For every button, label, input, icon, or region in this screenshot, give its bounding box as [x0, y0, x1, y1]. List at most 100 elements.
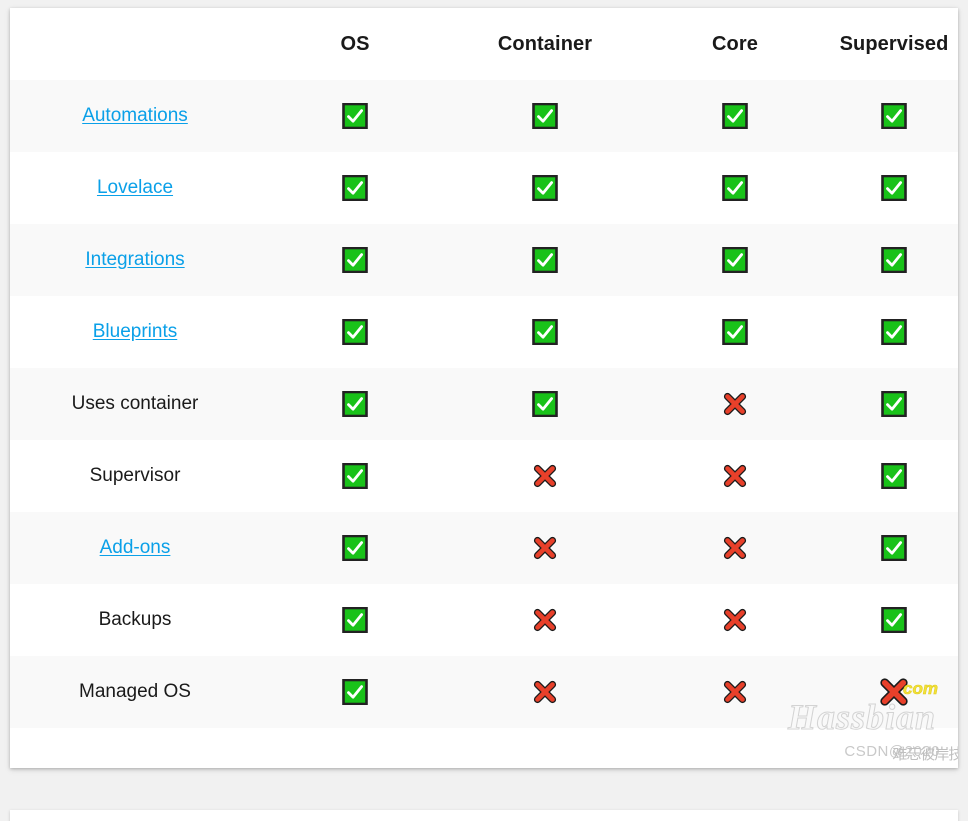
- feature-cell: Integrations: [10, 224, 260, 296]
- csdn-watermark-prefix: CSDN: [844, 743, 889, 760]
- csdn-watermark-cn: 难忘彼岸技术边征: [892, 746, 958, 763]
- cell-container: [450, 656, 640, 728]
- red-cross-mark-icon: [722, 391, 748, 417]
- cell-core: [640, 296, 830, 368]
- green-check-box-icon: [532, 319, 558, 345]
- cell-container: [450, 512, 640, 584]
- cell-core: [640, 152, 830, 224]
- cell-os: [260, 80, 450, 152]
- cell-supervised: [830, 80, 958, 152]
- installation-methods-comparison-table: OS Container Core Supervised Automations…: [10, 8, 958, 728]
- cell-container: [450, 152, 640, 224]
- green-check-box-icon: [532, 391, 558, 417]
- feature-link[interactable]: Integrations: [85, 249, 184, 270]
- green-check-box-icon: [532, 247, 558, 273]
- table-row: Backups: [10, 584, 958, 656]
- green-check-box-icon: [342, 535, 368, 561]
- feature-cell: Blueprints: [10, 296, 260, 368]
- feature-cell: Backups: [10, 584, 260, 656]
- cell-container: [450, 224, 640, 296]
- red-cross-mark-icon: [532, 463, 558, 489]
- green-check-box-icon: [342, 679, 368, 705]
- feature-cell: Lovelace: [10, 152, 260, 224]
- feature-cell: Managed OS: [10, 656, 260, 728]
- csdn-watermark-suffix: @2020: [888, 743, 940, 760]
- cell-os: [260, 512, 450, 584]
- cell-container: [450, 440, 640, 512]
- green-check-box-icon: [342, 391, 368, 417]
- green-check-box-icon: [342, 103, 368, 129]
- column-header-container: Container: [450, 8, 640, 80]
- cell-core: [640, 440, 830, 512]
- table-row: Uses container: [10, 368, 958, 440]
- cell-supervised: [830, 440, 958, 512]
- table-row: Blueprints: [10, 296, 958, 368]
- cell-supervised: [830, 152, 958, 224]
- green-check-box-icon: [722, 319, 748, 345]
- red-cross-mark-icon: [532, 535, 558, 561]
- feature-link[interactable]: Automations: [82, 105, 188, 126]
- cell-container: [450, 80, 640, 152]
- green-check-box-icon: [881, 103, 907, 129]
- cell-os: [260, 584, 450, 656]
- cell-os: [260, 152, 450, 224]
- green-check-box-icon: [722, 103, 748, 129]
- table-header-row: OS Container Core Supervised: [10, 8, 958, 80]
- table-row: Supervisor: [10, 440, 958, 512]
- table-row: Add-ons: [10, 512, 958, 584]
- feature-label: Backups: [98, 609, 172, 630]
- table-row: Integrations: [10, 224, 958, 296]
- red-cross-mark-icon: [722, 679, 748, 705]
- cell-core: [640, 224, 830, 296]
- csdn-watermark: CSDN@2020 难忘彼岸技术边征: [844, 743, 958, 763]
- green-check-box-icon: [881, 463, 907, 489]
- green-check-box-icon: [881, 391, 907, 417]
- feature-link[interactable]: Lovelace: [97, 177, 173, 198]
- green-check-box-icon: [881, 607, 907, 633]
- page-root: OS Container Core Supervised Automations…: [0, 0, 968, 821]
- red-cross-mark-icon: [532, 679, 558, 705]
- green-check-box-icon: [342, 463, 368, 489]
- column-header-feature: [10, 8, 260, 80]
- cell-container: [450, 584, 640, 656]
- feature-cell: Automations: [10, 80, 260, 152]
- cell-supervised: [830, 368, 958, 440]
- cell-core: [640, 656, 830, 728]
- cell-core: [640, 368, 830, 440]
- cell-core: [640, 512, 830, 584]
- cell-os: [260, 440, 450, 512]
- green-check-box-icon: [722, 175, 748, 201]
- table-row: Automations: [10, 80, 958, 152]
- green-check-box-icon: [881, 247, 907, 273]
- green-check-box-icon: [881, 175, 907, 201]
- red-cross-mark-icon: [878, 676, 910, 708]
- next-card-sliver: [10, 810, 958, 821]
- column-header-supervised: Supervised: [830, 8, 958, 80]
- cell-supervised: [830, 584, 958, 656]
- cell-os: [260, 296, 450, 368]
- red-cross-mark-icon: [722, 535, 748, 561]
- feature-label: Uses container: [71, 393, 199, 414]
- table-row: Lovelace: [10, 152, 958, 224]
- feature-link[interactable]: Add-ons: [100, 537, 171, 558]
- red-cross-mark-icon: [722, 607, 748, 633]
- cell-supervised: [830, 656, 958, 728]
- green-check-box-icon: [532, 175, 558, 201]
- table-header: OS Container Core Supervised: [10, 8, 958, 80]
- cell-container: [450, 296, 640, 368]
- green-check-box-icon: [532, 103, 558, 129]
- cell-os: [260, 224, 450, 296]
- cell-os: [260, 368, 450, 440]
- green-check-box-icon: [342, 319, 368, 345]
- table-row: Managed OS: [10, 656, 958, 728]
- feature-cell: Uses container: [10, 368, 260, 440]
- cell-core: [640, 584, 830, 656]
- cell-supervised: [830, 224, 958, 296]
- green-check-box-icon: [722, 247, 748, 273]
- comparison-table-card: OS Container Core Supervised Automations…: [10, 8, 958, 768]
- feature-link[interactable]: Blueprints: [93, 321, 178, 342]
- cell-supervised: [830, 512, 958, 584]
- feature-label: Managed OS: [79, 681, 191, 702]
- table-body: Automations Lovelace Integrations Blueprint…: [10, 80, 958, 728]
- green-check-box-icon: [881, 319, 907, 345]
